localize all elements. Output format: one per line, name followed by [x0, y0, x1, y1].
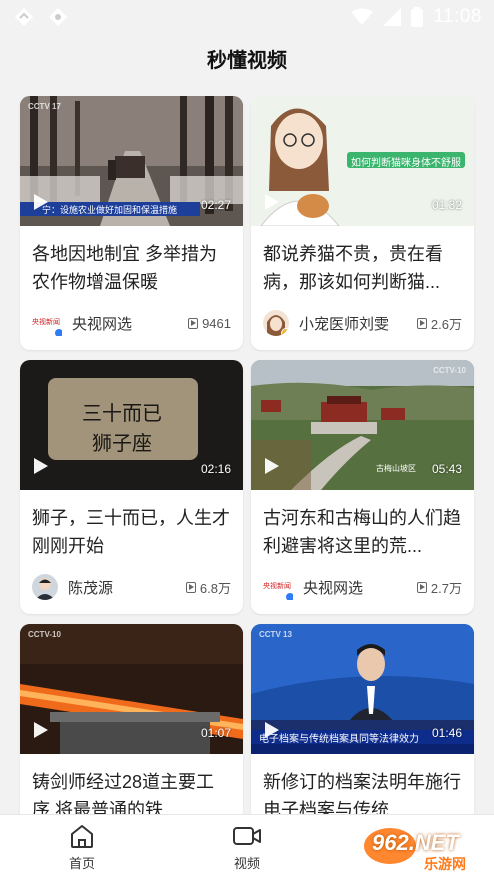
tab-label: 首页 [68, 856, 95, 871]
video-thumbnail[interactable]: CCTV 17 宁：设施农业做好加固和保温措施 02:27 [20, 96, 243, 226]
video-thumbnail[interactable]: CCTV 13 电子档案与传统档案具同等法律效力 01:46 [251, 624, 474, 754]
crosshair-diamond-icon [49, 8, 67, 26]
status-time: 11:08 [433, 6, 482, 27]
views-icon [416, 581, 427, 593]
play-icon[interactable] [265, 458, 279, 474]
video-title[interactable]: 新修订的档案法明年施行 电子档案与传统... [251, 754, 474, 814]
video-card[interactable]: CCTV 13 电子档案与传统档案具同等法律效力 01:46 新修订的档案法明年… [251, 624, 474, 814]
channel-logo: CCTV 13 [259, 630, 292, 639]
video-card[interactable]: CCTV-10 古梅山坡区 05:43 古河东和古梅山的人们趋利避害将这里的荒.… [251, 360, 474, 614]
tab-video[interactable]: 视频 [207, 823, 287, 872]
tab-home[interactable]: 首页 [42, 823, 122, 872]
views-icon [188, 317, 199, 329]
video-caption: 如何判断猫咪身体不舒服 [351, 158, 461, 169]
video-duration: 02:16 [200, 462, 231, 476]
play-icon[interactable] [34, 194, 48, 210]
video-title[interactable]: 铸剑师经过28道主要工序 将最普通的铁... [20, 754, 243, 814]
watermark-text: 962.NET [372, 830, 459, 855]
video-duration: 01:46 [431, 726, 462, 740]
video-card[interactable]: 如何判断猫咪身体不舒服 01:32 都说养猫不贵，贵在看病，那该如何判断猫...… [251, 96, 474, 350]
video-duration: 02:27 [200, 198, 231, 212]
video-card[interactable]: 三十而已 狮子座 02:16 狮子，三十而已，人生才刚刚开始 陈茂源 6.8万 [20, 360, 243, 614]
video-duration: 05:43 [431, 462, 462, 476]
video-caption: 电子档案与传统档案具同等法律效力 [259, 734, 419, 745]
author-avatar[interactable]: 央视新闻 [32, 310, 62, 336]
video-title[interactable]: 各地因地制宜 多举措为农作物增温保暖 [20, 226, 243, 296]
author-name[interactable]: 陈茂源 [68, 577, 186, 598]
view-count: 9461 [188, 316, 231, 331]
video-card[interactable]: CCTV-10 01:07 铸剑师经过28道主要工序 将最普通的铁... [20, 624, 243, 814]
channel-logo: CCTV-10 [28, 630, 61, 639]
video-card[interactable]: CCTV 17 宁：设施农业做好加固和保温措施 02:27 各地因地制宜 多举措… [20, 96, 243, 350]
video-caption: 宁：设施农业做好加固和保温措施 [42, 205, 178, 215]
author-name[interactable]: 央视网选 [303, 577, 417, 598]
navigation-diamond-icon [15, 8, 33, 26]
status-bar: 11:08 [0, 0, 494, 34]
view-count: 2.7万 [416, 578, 462, 597]
view-count: 6.8万 [185, 578, 231, 597]
tab-label: 视频 [233, 856, 260, 871]
video-title[interactable]: 古河东和古梅山的人们趋利避害将这里的荒... [251, 490, 474, 560]
play-icon[interactable] [34, 722, 48, 738]
video-thumbnail[interactable]: CCTV-10 01:07 [20, 624, 243, 754]
verified-badge-icon [281, 328, 289, 336]
svg-text:央视新闻: 央视新闻 [32, 317, 60, 326]
video-duration: 01:32 [431, 198, 462, 212]
video-thumbnail[interactable]: 如何判断猫咪身体不舒服 01:32 [251, 96, 474, 226]
video-thumbnail[interactable]: CCTV-10 古梅山坡区 05:43 [251, 360, 474, 490]
watermark-subtext: 乐游网 [424, 856, 466, 872]
author-name[interactable]: 央视网选 [72, 313, 188, 334]
video-icon [233, 827, 261, 845]
svg-text:央视新闻: 央视新闻 [263, 581, 291, 590]
channel-logo: CCTV 17 [28, 102, 61, 111]
video-caption: 三十而已 狮子座 [82, 401, 162, 455]
video-thumbnail[interactable]: 三十而已 狮子座 02:16 [20, 360, 243, 490]
author-avatar[interactable] [32, 574, 58, 600]
signal-icon [383, 8, 402, 26]
author-name[interactable]: 小宠医师刘雯 [299, 313, 417, 334]
page-title: 秒懂视频 [207, 50, 287, 72]
battery-icon [411, 7, 424, 27]
play-icon[interactable] [265, 722, 279, 738]
verified-badge-icon [285, 592, 293, 600]
bottom-tab-bar: 首页 视频 962.NET 乐游网 [0, 814, 494, 878]
play-icon[interactable] [265, 194, 279, 210]
video-feed[interactable]: CCTV 17 宁：设施农业做好加固和保温措施 02:27 各地因地制宜 多举措… [0, 96, 494, 814]
site-watermark: 962.NET 乐游网 [358, 824, 488, 874]
wifi-icon [351, 8, 374, 25]
author-avatar[interactable]: 央视新闻 [263, 574, 293, 600]
video-title[interactable]: 都说养猫不贵，贵在看病，那该如何判断猫... [251, 226, 474, 296]
video-duration: 01:07 [200, 726, 231, 740]
author-avatar[interactable] [263, 310, 289, 336]
verified-badge-icon [54, 328, 62, 336]
views-icon [416, 317, 427, 329]
play-icon[interactable] [34, 458, 48, 474]
view-count: 2.6万 [416, 314, 462, 333]
home-icon [71, 825, 93, 848]
channel-logo: CCTV-10 [433, 366, 466, 375]
views-icon [185, 581, 196, 593]
video-title[interactable]: 狮子，三十而已，人生才刚刚开始 [20, 490, 243, 560]
video-caption: 古梅山坡区 [376, 464, 416, 473]
